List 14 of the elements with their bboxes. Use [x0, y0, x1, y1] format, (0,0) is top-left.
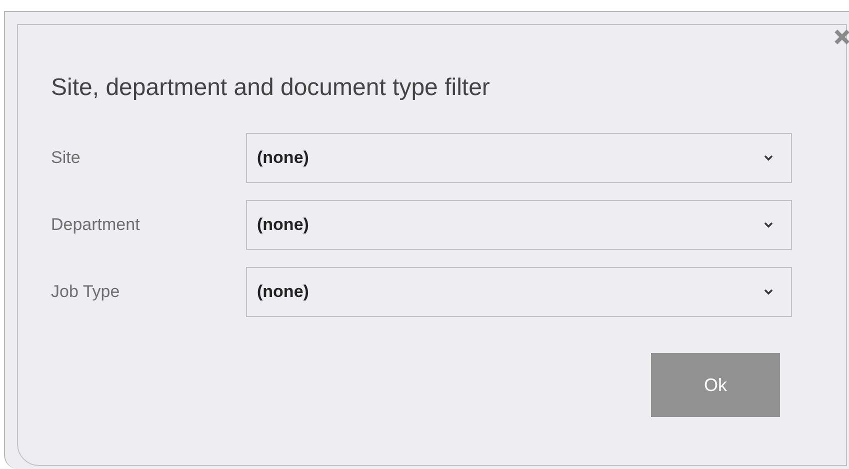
field-label: Site [51, 147, 82, 170]
field-label: Department [51, 214, 141, 236]
dropdown[interactable]: (none) [246, 267, 792, 317]
dropdown[interactable]: (none) [246, 200, 792, 250]
chevron-down-icon [764, 155, 773, 161]
chevron-down-icon [764, 222, 773, 228]
dialog-title: Site, department and document type filter [51, 73, 491, 103]
dropdown[interactable]: (none) [246, 133, 792, 183]
dropdown-value: (none) [257, 214, 309, 236]
dropdown-value: (none) [257, 281, 309, 304]
field-label: Job Type [51, 281, 121, 304]
close-icon[interactable] [833, 28, 849, 46]
dropdown-value: (none) [257, 147, 309, 170]
chevron-down-icon [764, 289, 773, 295]
